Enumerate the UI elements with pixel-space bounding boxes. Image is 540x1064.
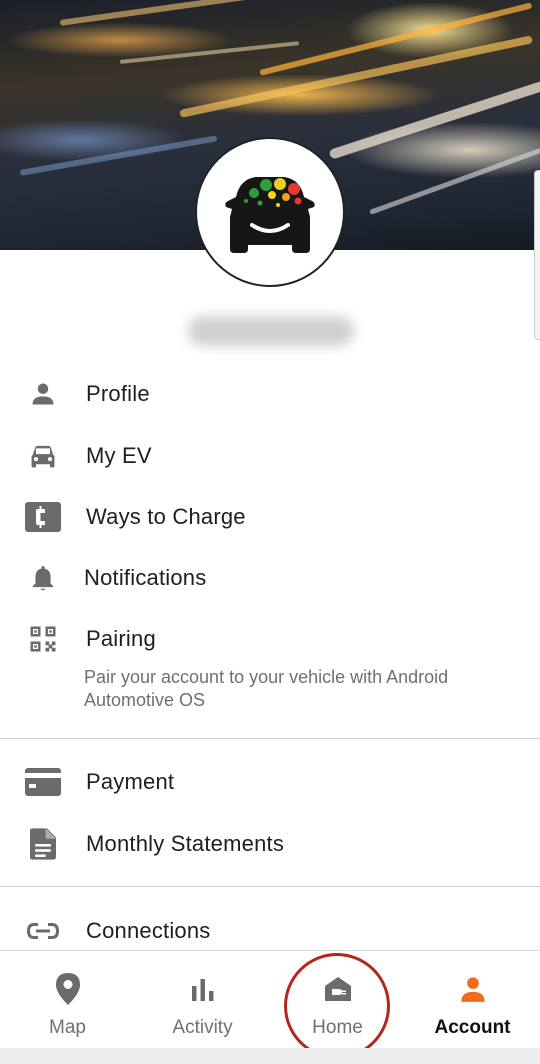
car-logo-icon [225, 177, 315, 253]
menu-label-payment: Payment [86, 769, 175, 794]
menu-label-profile: Profile [86, 381, 150, 406]
menu-item-ways-to-charge[interactable]: Ways to Charge [0, 489, 540, 545]
menu-item-profile[interactable]: Profile [0, 366, 540, 422]
divider [0, 886, 540, 887]
nav-label-activity: Activity [172, 1017, 233, 1038]
menu-item-payment[interactable]: Payment [0, 754, 540, 810]
menu-label-my-ev: My EV [86, 443, 152, 468]
menu-label-connections: Connections [86, 918, 211, 943]
credit-card-icon [24, 763, 62, 801]
avatar[interactable] [195, 137, 345, 287]
divider [0, 738, 540, 739]
scrollbar-thumb[interactable] [534, 170, 540, 340]
bar-chart-icon [187, 973, 219, 1005]
menu-item-pairing[interactable]: Pairing [0, 611, 540, 667]
menu-item-monthly-statements[interactable]: Monthly Statements [0, 816, 540, 872]
charge-card-icon [24, 498, 62, 536]
nav-label-account: Account [434, 1017, 511, 1038]
person-icon [457, 973, 489, 1005]
menu-item-my-ev[interactable]: My EV [0, 428, 540, 484]
nav-label-map: Map [49, 1017, 86, 1038]
menu-item-notifications[interactable]: Notifications [0, 550, 540, 606]
system-bar [0, 1048, 540, 1064]
menu-label-pairing: Pairing [86, 626, 156, 651]
bottom-navigation: Map Activity Home Account [0, 950, 540, 1048]
document-icon [24, 825, 62, 863]
bell-icon [24, 559, 62, 597]
nav-tab-account[interactable]: Account [405, 951, 540, 1049]
home-charger-icon [322, 973, 354, 1005]
nav-label-home: Home [312, 1017, 363, 1038]
nav-tab-map[interactable]: Map [0, 951, 135, 1049]
qr-code-icon [24, 620, 62, 658]
pairing-description: Pair your account to your vehicle with A… [84, 667, 449, 710]
nav-tab-home[interactable]: Home [270, 951, 405, 1049]
person-icon [24, 375, 62, 413]
menu-label-ways-to-charge: Ways to Charge [86, 504, 246, 529]
nav-tab-activity[interactable]: Activity [135, 951, 270, 1049]
menu-label-monthly-statements: Monthly Statements [86, 831, 285, 856]
car-icon [24, 437, 62, 475]
menu-label-notifications: Notifications [84, 565, 207, 590]
username-blurred: adammalkin [188, 316, 354, 346]
link-icon [24, 912, 62, 950]
map-pin-icon [52, 973, 84, 1005]
